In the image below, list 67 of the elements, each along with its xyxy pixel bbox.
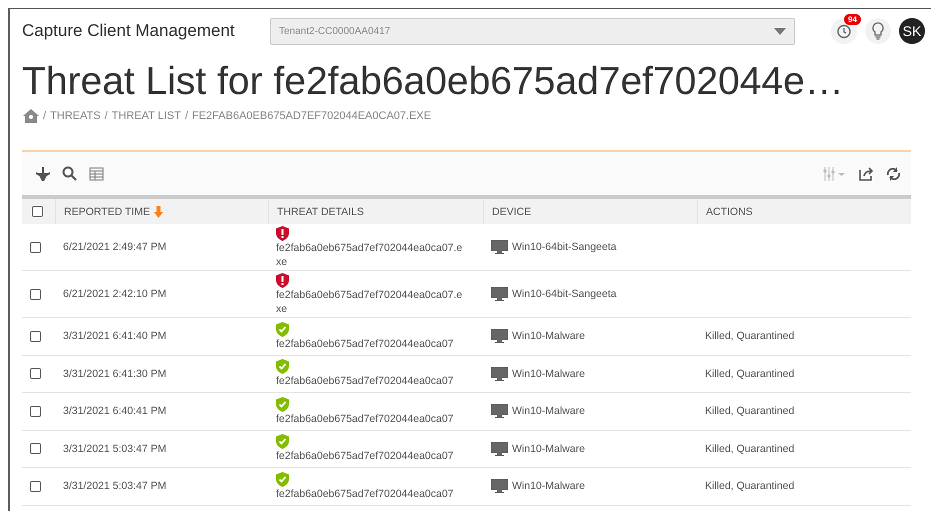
row-checkbox[interactable] <box>30 368 41 380</box>
refresh-icon[interactable] <box>886 166 901 180</box>
actions-taken: Killed, Quarantined <box>705 480 794 492</box>
device-name[interactable]: Win10-Malware <box>512 442 585 455</box>
reported-time: 3/31/2021 6:41:30 PM <box>63 368 166 380</box>
device-name[interactable]: Win10-Malware <box>512 368 585 380</box>
actions-taken: Killed, Quarantined <box>705 330 794 342</box>
monitor-icon <box>491 240 508 254</box>
column-header[interactable]: ACTIONS <box>706 206 753 218</box>
monitor-icon <box>491 479 508 494</box>
reported-time: 3/31/2021 5:03:47 PM <box>63 480 166 492</box>
threat-name[interactable]: fe2fab6a0eb675ad7ef702044ea0ca07.exe <box>276 288 465 316</box>
clock-icon <box>836 23 852 39</box>
page-title: Threat List for fe2fab6a0eb675ad7ef702044e… <box>22 59 845 105</box>
row-checkbox[interactable] <box>30 480 41 492</box>
monitor-icon <box>491 442 508 456</box>
breadcrumb-separator: / <box>104 110 108 122</box>
threat-name[interactable]: fe2fab6a0eb675ad7ef702044ea0ca07 <box>276 336 465 351</box>
reported-time: 3/31/2021 6:40:41 PM <box>63 405 166 418</box>
monitor-icon <box>491 287 508 301</box>
notifications-button[interactable] <box>831 18 857 44</box>
actions-taken: Killed, Quarantined <box>705 368 794 380</box>
reported-time: 3/31/2021 6:41:40 PM <box>63 330 166 342</box>
threat-name[interactable]: fe2fab6a0eb675ad7ef702044ea0ca07 <box>276 412 465 426</box>
columns-icon[interactable] <box>89 166 104 180</box>
row-checkbox[interactable] <box>30 242 41 252</box>
device-name[interactable]: Win10-Malware <box>512 330 585 342</box>
home-icon[interactable] <box>23 109 39 123</box>
threat-name[interactable]: fe2fab6a0eb675ad7ef702044ea0ca07.exe <box>276 240 465 268</box>
actions-taken: Killed, Quarantined <box>705 442 794 455</box>
device-name[interactable]: Win10-Malware <box>512 405 585 418</box>
monitor-icon <box>491 366 508 381</box>
user-avatar[interactable]: SK <box>899 18 925 44</box>
device-name[interactable]: Win10-64bit-Sangeeta <box>512 241 616 253</box>
monitor-icon <box>491 404 508 418</box>
column-header[interactable]: REPORTED TIME <box>64 206 150 218</box>
caret-icon <box>774 28 786 34</box>
app-title: Capture Client Management <box>22 21 236 41</box>
reported-time: 3/31/2021 5:03:47 PM <box>63 442 166 455</box>
search-icon[interactable] <box>62 166 77 181</box>
lightbulb-icon <box>871 22 885 40</box>
column-header[interactable]: THREAT DETAILS <box>277 206 364 218</box>
row-checkbox[interactable] <box>30 443 41 454</box>
notification-badge: 94 <box>844 14 861 25</box>
row-checkbox[interactable] <box>30 288 41 300</box>
reported-time: 6/21/2021 2:49:47 PM <box>63 241 166 253</box>
row-checkbox[interactable] <box>30 330 41 342</box>
device-name[interactable]: Win10-Malware <box>512 480 585 492</box>
breadcrumb-separator: / <box>43 110 46 122</box>
sliders-icon[interactable] <box>823 166 847 180</box>
breadcrumb-link[interactable]: THREATS <box>50 110 101 122</box>
export-icon[interactable] <box>859 166 874 180</box>
breadcrumb-link[interactable]: THREAT LIST <box>112 110 181 122</box>
threat-name[interactable]: fe2fab6a0eb675ad7ef702044ea0ca07 <box>276 449 465 464</box>
row-checkbox[interactable] <box>30 406 41 417</box>
breadcrumb-current: FE2FAB6A0EB675AD7EF702044EA0CA07.EXE <box>192 110 432 122</box>
column-header[interactable]: DEVICE <box>492 206 532 218</box>
threat-name[interactable]: fe2fab6a0eb675ad7ef702044ea0ca07 <box>276 486 465 501</box>
reported-time: 6/21/2021 2:42:10 PM <box>63 288 166 300</box>
filter-icon[interactable] <box>36 166 50 180</box>
device-name[interactable]: Win10-64bit-Sangeeta <box>512 288 616 300</box>
select-all-checkbox[interactable] <box>32 206 43 217</box>
actions-taken: Killed, Quarantined <box>705 405 794 418</box>
breadcrumb-separator: / <box>184 110 188 122</box>
tips-button[interactable] <box>865 18 891 44</box>
threat-name[interactable]: fe2fab6a0eb675ad7ef702044ea0ca07 <box>276 374 465 388</box>
monitor-icon <box>491 329 508 344</box>
